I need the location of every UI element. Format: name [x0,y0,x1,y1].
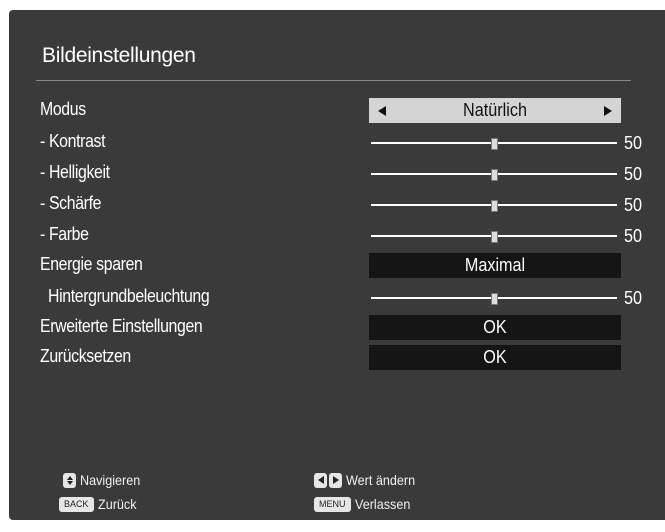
menu-title: Bildeinstellungen [42,44,196,67]
slider-value: 50 [624,164,643,184]
row-reset[interactable]: Zurücksetzen OK [9,344,665,372]
title-divider [36,80,631,81]
back-key-icon: BACK [59,496,94,512]
hint-back: BACK Zurück [59,496,140,512]
hint-label: Verlassen [354,496,410,512]
row-energy-saving[interactable]: Energie sparen Maximal [9,252,665,280]
advanced-settings-ok-button[interactable]: OK [369,315,621,340]
hint-change-value: Wert ändern [314,472,423,488]
row-label: Energie sparen [40,254,143,274]
footer-hints: Navigieren BACK Zurück Wert ändern MENU … [9,458,665,520]
select-value: OK [483,347,507,367]
row-backlight[interactable]: Hintergrundbeleuchtung 50 [9,284,665,312]
mode-select[interactable]: Natürlich [369,98,621,123]
row-label: - Kontrast [40,131,106,151]
slider-value: 50 [624,288,643,308]
hint-label: Zurück [97,496,137,512]
row-label: Erweiterte Einstellungen [40,316,203,336]
select-value: Natürlich [463,100,527,120]
hint-navigate: Navigieren [63,472,147,488]
row-sharpness[interactable]: - Schärfe 50 [9,191,665,219]
up-down-icon [63,472,76,488]
select-value: OK [483,317,507,337]
slider-value: 50 [624,133,643,153]
row-label: Hintergrundbeleuchtung [48,286,210,306]
row-label: Modus [40,99,86,119]
row-label: - Farbe [40,224,89,244]
slider-value: 50 [624,195,643,215]
hint-exit: MENU Verlassen [314,496,416,512]
row-advanced-settings[interactable]: Erweiterte Einstellungen OK [9,314,665,342]
slider-knob[interactable] [491,138,498,150]
slider-knob[interactable] [491,293,498,305]
hint-label: Navigieren [80,472,141,488]
row-mode[interactable]: Modus Natürlich [9,97,665,125]
menu-key-icon: MENU [314,496,351,512]
picture-settings-menu: Bildeinstellungen Modus Natürlich - Kont… [9,10,665,520]
row-color[interactable]: - Farbe 50 [9,222,665,250]
slider-knob[interactable] [491,200,498,212]
row-label: - Helligkeit [40,162,110,182]
select-value: Maximal [464,255,526,275]
row-contrast[interactable]: - Kontrast 50 [9,129,665,157]
arrow-right-key-icon [329,472,342,488]
slider-value: 50 [624,226,643,246]
arrow-right-icon[interactable] [604,106,612,116]
slider-knob[interactable] [491,231,498,243]
row-label: - Schärfe [40,193,102,213]
energy-saving-select[interactable]: Maximal [369,253,621,278]
reset-ok-button[interactable]: OK [369,345,621,370]
row-brightness[interactable]: - Helligkeit 50 [9,160,665,188]
row-label: Zurücksetzen [40,346,131,366]
slider-knob[interactable] [491,169,498,181]
arrow-left-key-icon [314,472,327,488]
hint-label: Wert ändern [346,472,416,488]
